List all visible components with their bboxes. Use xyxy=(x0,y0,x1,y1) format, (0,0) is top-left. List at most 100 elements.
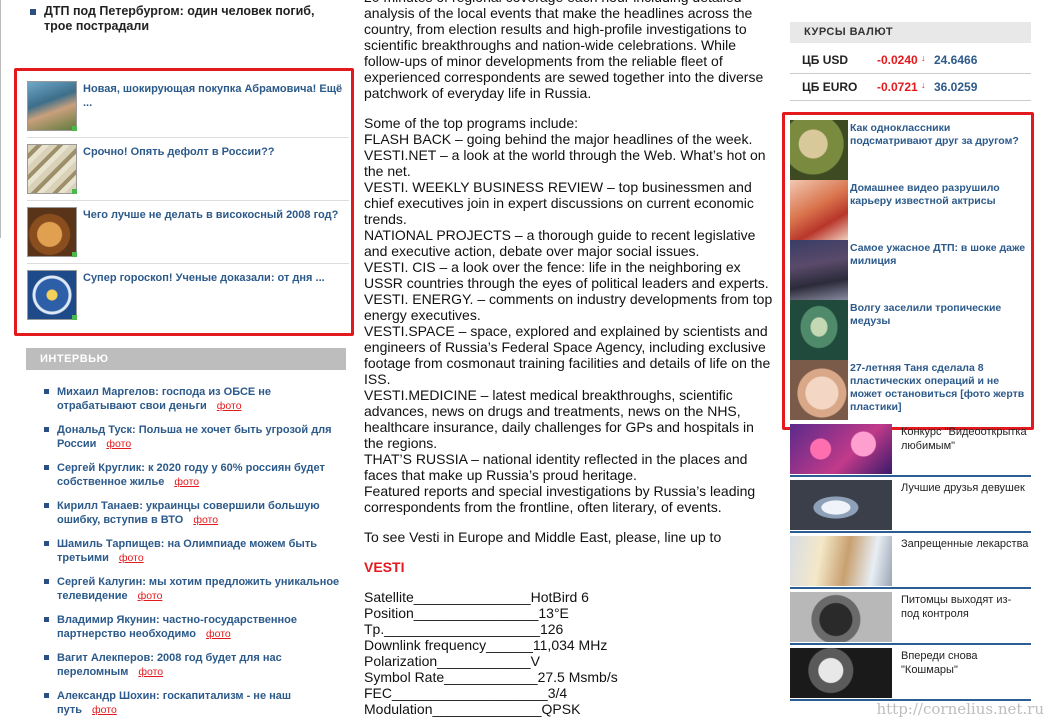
list-item[interactable]: Владимир Якунин: частно-государственное … xyxy=(44,613,344,651)
currency-rates-header: КУРСЫ ВАЛЮТ xyxy=(790,22,1031,43)
spec-key: Position________________ xyxy=(364,605,539,621)
photo-link[interactable]: фото xyxy=(106,438,131,450)
list-item[interactable]: Конкурс "Видеооткрытка любимым" xyxy=(790,423,1031,477)
teaser-title[interactable]: 27-летняя Таня сделала 8 пластических оп… xyxy=(850,362,1032,414)
satellite-specs: Satellite_______________HotBird 6 Positi… xyxy=(364,589,776,717)
list-item[interactable]: Сергей Круглик: к 2020 году у 60% россия… xyxy=(44,461,344,499)
top-news-link[interactable]: ДТП под Петербургом: один человек погиб,… xyxy=(44,4,314,33)
list-item[interactable]: Впереди снова "Кошмары" xyxy=(790,647,1031,701)
interview-link[interactable]: Владимир Якунин: частно-государственное … xyxy=(57,614,297,640)
teaser-item[interactable]: Как одноклассники подсматривают друг за … xyxy=(790,120,1030,180)
list-item[interactable]: Запрещенные лекарства xyxy=(790,535,1031,589)
interview-link[interactable]: Дональд Туск: Польша не хочет быть угроз… xyxy=(57,424,332,450)
vesti-heading: VESTI xyxy=(364,559,405,575)
teaser-title[interactable]: Домашнее видео разрушило карьеру известн… xyxy=(850,182,1032,208)
teaser-title[interactable]: Волгу заселили тропические медузы xyxy=(850,302,1032,328)
list-item[interactable]: Кирилл Танаев: украинцы совершили большу… xyxy=(44,499,344,537)
list-item-title[interactable]: Питомцы выходят из-под контроля xyxy=(901,593,1029,621)
program-item: NATIONAL PROJECTS – a thorough guide to … xyxy=(364,227,756,259)
promo-teasers-box-right: Как одноклассники подсматривают друг за … xyxy=(782,112,1034,430)
spec-value: 27.5 Msmb/s xyxy=(537,669,618,685)
teaser-title[interactable]: Самое ужасное ДТП: в шоке даже милиция xyxy=(850,242,1032,268)
photo-link[interactable]: фото xyxy=(138,666,163,678)
spec-row: Satellite_______________HotBird 6 xyxy=(364,589,776,605)
corner-marker-icon xyxy=(72,126,77,131)
list-item[interactable]: Александр Шохин: госкапитализм - не наш … xyxy=(44,689,344,727)
photo-link[interactable]: фото xyxy=(138,590,163,602)
spec-row: FEC____________________3/4 xyxy=(364,685,776,701)
teaser-item[interactable]: Супер гороскоп! Ученые доказали: от дня … xyxy=(27,268,349,326)
program-item: THAT’S RUSSIA – national identity reflec… xyxy=(364,451,748,483)
teaser-title[interactable]: Как одноклассники подсматривают друг за … xyxy=(850,122,1032,148)
teaser-title[interactable]: Супер гороскоп! Ученые доказали: от дня … xyxy=(83,271,351,285)
list-item[interactable]: Дональд Туск: Польша не хочет быть угроз… xyxy=(44,423,344,461)
jellyfish-photo-icon[interactable] xyxy=(790,300,848,360)
list-item[interactable]: Шамиль Тарпищев: на Олимпиаде можем быть… xyxy=(44,537,344,575)
teaser-title[interactable]: Чего лучше не делать в високосный 2008 г… xyxy=(83,208,351,222)
teaser-item[interactable]: Волгу заселили тропические медузы xyxy=(790,300,1030,360)
photo-link[interactable]: фото xyxy=(206,628,231,640)
teaser-title[interactable]: Новая, шокирующая покупка Абрамовича! Ещ… xyxy=(83,82,351,110)
teaser-item[interactable]: Срочно! Опять дефолт в России?? xyxy=(27,142,349,201)
list-item[interactable]: Лучшие друзья девушек xyxy=(790,479,1031,533)
teaser-item[interactable]: Домашнее видео разрушило карьеру известн… xyxy=(790,180,1030,240)
call-to-action: To see Vesti in Europe and Middle East, … xyxy=(364,529,722,545)
teaser-item[interactable]: Чего лучше не делать в високосный 2008 г… xyxy=(27,205,349,264)
list-item-title[interactable]: Лучшие друзья девушек xyxy=(901,481,1029,495)
crash-photo-icon[interactable] xyxy=(790,240,848,300)
interview-link[interactable]: Сергей Калугин: мы хотим предложить уник… xyxy=(57,576,339,602)
top-news-item[interactable]: ДТП под Петербургом: один человек погиб,… xyxy=(30,4,334,34)
list-item[interactable]: Сергей Калугин: мы хотим предложить уник… xyxy=(44,575,344,613)
zodiac-wheel-photo-icon[interactable] xyxy=(27,270,77,320)
program-item: VESTI.SPACE – space, explored and explai… xyxy=(364,323,771,387)
bullet-icon xyxy=(44,389,49,394)
list-item[interactable]: Питомцы выходят из-под контроля xyxy=(790,591,1031,645)
photo-link[interactable]: фото xyxy=(193,514,218,526)
interview-link[interactable]: Вагит Алекперов: 2008 год будет для нас … xyxy=(57,652,282,678)
spec-row: Modulation______________QPSK xyxy=(364,701,776,717)
photo-link[interactable]: фото xyxy=(92,704,117,716)
dog-photo-icon[interactable] xyxy=(790,592,892,642)
programs-intro: Some of the top programs include: xyxy=(364,115,579,131)
list-item[interactable]: Вагит Алекперов: 2008 год будет для нас … xyxy=(44,651,344,689)
interview-link[interactable]: Шамиль Тарпищев: на Олимпиаде можем быть… xyxy=(57,538,317,564)
rate-row-euro: ЦБ EURO -0.0721 ↓ 36.0259 xyxy=(790,74,1031,101)
program-item: VESTI. CIS – a look over the fence: life… xyxy=(364,259,769,291)
spec-key: Downlink frequency______ xyxy=(364,637,533,653)
rate-delta: -0.0721 xyxy=(877,80,918,94)
bullet-icon xyxy=(30,9,36,15)
finger-photo-icon[interactable] xyxy=(790,120,848,180)
pot-photo-icon[interactable] xyxy=(27,207,77,257)
photo-link[interactable]: фото xyxy=(174,476,199,488)
rate-delta: -0.0240 xyxy=(877,53,918,67)
teaser-title[interactable]: Срочно! Опять дефолт в России?? xyxy=(83,145,351,159)
photo-link[interactable]: фото xyxy=(119,552,144,564)
rate-row-usd: ЦБ USD -0.0240 ↓ 24.6466 xyxy=(790,47,1031,74)
list-item-title[interactable]: Впереди снова "Кошмары" xyxy=(901,649,1029,677)
arrow-down-icon: ↓ xyxy=(921,53,926,63)
teaser-item[interactable]: Самое ужасное ДТП: в шоке даже милиция xyxy=(790,240,1030,300)
list-item-title[interactable]: Запрещенные лекарства xyxy=(901,537,1029,551)
spec-key: Tp.____________________ xyxy=(364,621,540,637)
list-item-title[interactable]: Конкурс "Видеооткрытка любимым" xyxy=(901,425,1029,453)
diamonds-photo-icon[interactable] xyxy=(790,480,892,530)
rate-value: 24.6466 xyxy=(934,53,978,67)
pills-photo-icon[interactable] xyxy=(790,536,892,586)
teaser-item[interactable]: 27-летняя Таня сделала 8 пластических оп… xyxy=(790,360,1030,420)
spec-row: Polarization____________V xyxy=(364,653,776,669)
spec-value: V xyxy=(530,653,540,669)
portrait-photo-icon[interactable] xyxy=(27,81,77,131)
spec-value: 3/4 xyxy=(547,685,568,701)
interview-link[interactable]: Кирилл Танаев: украинцы совершили большу… xyxy=(57,500,320,526)
horror-photo-icon[interactable] xyxy=(790,648,892,698)
hearts-picture-icon[interactable] xyxy=(790,424,892,474)
program-item: VESTI. WEEKLY BUSINESS REVIEW – top busi… xyxy=(364,179,754,227)
rate-value: 36.0259 xyxy=(934,80,978,94)
spec-key: Modulation______________ xyxy=(364,701,542,717)
banknotes-photo-icon[interactable] xyxy=(27,144,77,194)
girl-face-photo-icon[interactable] xyxy=(790,360,848,420)
photo-link[interactable]: фото xyxy=(217,400,242,412)
teaser-item[interactable]: Новая, шокирующая покупка Абрамовича! Ещ… xyxy=(27,79,349,138)
list-item[interactable]: Михаил Маргелов: господа из ОБСЕ не отра… xyxy=(44,385,344,423)
actress-photo-icon[interactable] xyxy=(790,180,848,240)
